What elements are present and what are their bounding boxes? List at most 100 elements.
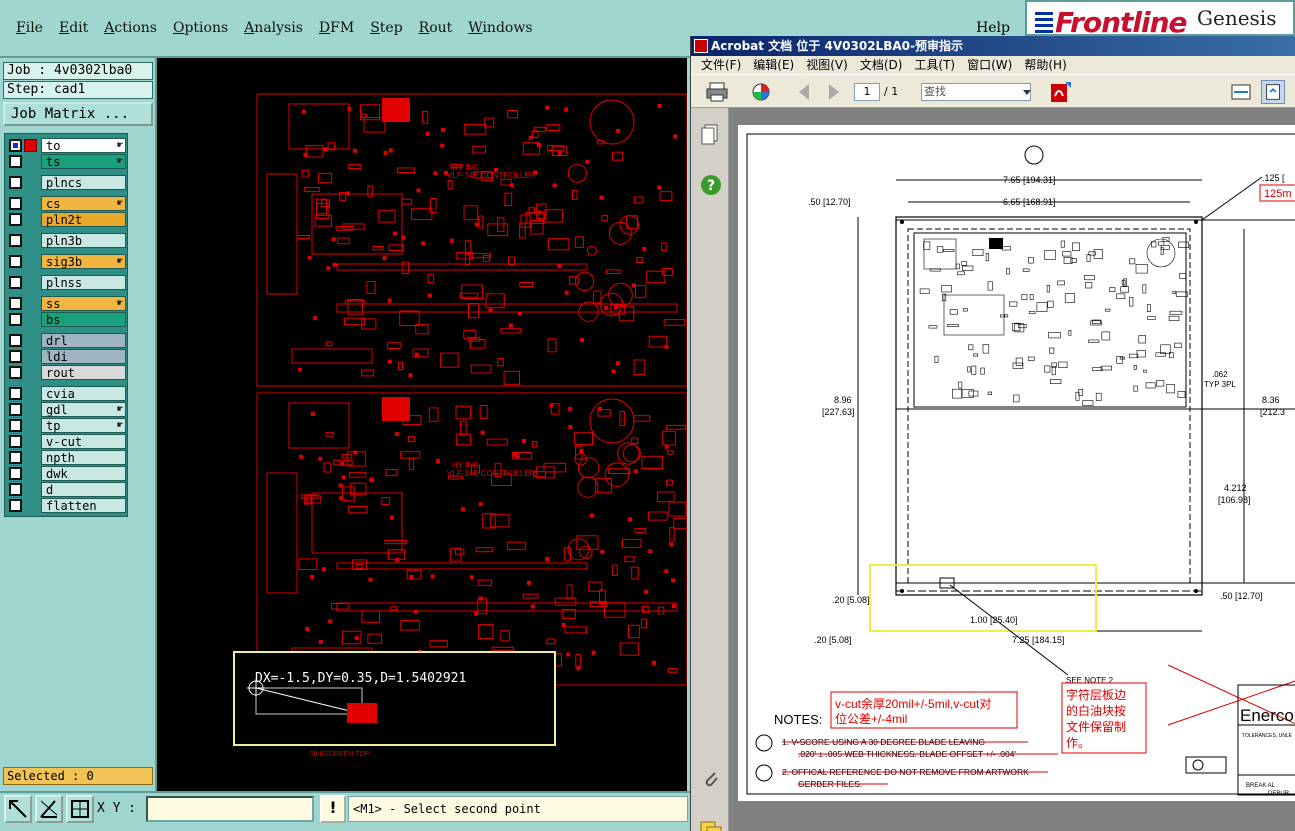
layer-row-to[interactable]: to ☛: [8, 138, 126, 153]
layer-checkbox[interactable]: [9, 334, 22, 347]
layer-row-cvia[interactable]: cvia: [8, 386, 126, 401]
layer-checkbox[interactable]: [9, 297, 22, 310]
document-view[interactable]: 7.65 [194.31] 6.65 [168.91] .50 [12.70] …: [729, 108, 1295, 831]
layer-row-flatten[interactable]: flatten: [8, 498, 126, 513]
layer-checkbox[interactable]: [9, 467, 22, 480]
acrobat-menu-item[interactable]: 窗口(W): [961, 56, 1018, 74]
layer-name[interactable]: drl: [41, 333, 126, 348]
layer-name[interactable]: gdl ☛: [41, 402, 126, 417]
layer-row-rout[interactable]: rout: [8, 365, 126, 380]
menu-analysis[interactable]: Analysis: [236, 20, 311, 36]
layer-name[interactable]: cs ☛: [41, 196, 126, 211]
layer-row-tp[interactable]: tp ☛: [8, 418, 126, 433]
layer-name[interactable]: ts ☛: [41, 154, 126, 169]
acrobat-menu-item[interactable]: 帮助(H): [1018, 56, 1072, 74]
layer-checkbox[interactable]: [9, 499, 22, 512]
layer-checkbox[interactable]: [9, 139, 22, 152]
next-page-icon[interactable]: [821, 80, 845, 104]
grid-button[interactable]: [66, 795, 94, 823]
menu-dfm[interactable]: DFM: [311, 20, 362, 36]
page-number-input[interactable]: 1: [854, 83, 880, 101]
layer-row-v-cut[interactable]: v-cut: [8, 434, 126, 449]
pages-panel-icon[interactable]: [701, 124, 721, 146]
layer-row-ts[interactable]: ts ☛: [8, 154, 126, 169]
menu-actions[interactable]: Actions: [96, 20, 165, 36]
layer-checkbox[interactable]: [9, 176, 22, 189]
graphic-canvas[interactable]: HY INC. VLF-34E CONTROLLER HY INC. VLF-3…: [157, 58, 687, 791]
layer-name[interactable]: to ☛: [41, 138, 126, 153]
layer-checkbox[interactable]: [9, 197, 22, 210]
layer-row-ss[interactable]: ss ☛: [8, 296, 126, 311]
menu-edit[interactable]: Edit: [51, 20, 96, 36]
acrobat-menu-item[interactable]: 文件(F): [695, 56, 747, 74]
zoom-diag-button[interactable]: [4, 795, 32, 823]
layer-checkbox[interactable]: [9, 403, 22, 416]
layer-checkbox[interactable]: [9, 483, 22, 496]
layer-row-plncs[interactable]: plncs: [8, 175, 126, 190]
color-settings-icon[interactable]: [749, 80, 773, 104]
layer-row-ldi[interactable]: ldi: [8, 349, 126, 364]
xy-input[interactable]: [146, 796, 314, 822]
acrobat-menu-item[interactable]: 文档(D): [854, 56, 909, 74]
layer-name[interactable]: ldi: [41, 349, 126, 364]
layer-name[interactable]: ss ☛: [41, 296, 126, 311]
layer-row-cs[interactable]: cs ☛: [8, 196, 126, 211]
layer-row-npth[interactable]: npth: [8, 450, 126, 465]
layer-checkbox[interactable]: [9, 155, 22, 168]
print-icon[interactable]: [705, 80, 729, 104]
layer-row-drl[interactable]: drl: [8, 333, 126, 348]
comments-icon[interactable]: [700, 820, 722, 831]
layer-name[interactable]: bs: [41, 312, 126, 327]
layer-row-d[interactable]: d: [8, 482, 126, 497]
layer-name[interactable]: dwk: [41, 466, 126, 481]
layer-name[interactable]: pln3b: [41, 233, 126, 248]
fit-page-icon[interactable]: [1261, 80, 1285, 104]
layer-name[interactable]: plnss: [41, 275, 126, 290]
acrobat-menu-item[interactable]: 视图(V): [800, 56, 854, 74]
acrobat-menu-item[interactable]: 工具(T): [908, 56, 961, 74]
layer-row-gdl[interactable]: gdl ☛: [8, 402, 126, 417]
menu-help[interactable]: Help: [976, 20, 1010, 36]
menu-options[interactable]: Options: [165, 20, 236, 36]
layer-checkbox[interactable]: [9, 313, 22, 326]
layer-row-pln3b[interactable]: pln3b: [8, 233, 126, 248]
layer-checkbox[interactable]: [9, 419, 22, 432]
layer-checkbox[interactable]: [9, 234, 22, 247]
find-input[interactable]: 查找: [921, 83, 1031, 101]
layer-checkbox[interactable]: [9, 366, 22, 379]
layer-row-sig3b[interactable]: sig3b ☛: [8, 254, 126, 269]
layer-name[interactable]: cvia: [41, 386, 126, 401]
layer-row-pln2t[interactable]: pln2t: [8, 212, 126, 227]
layer-name[interactable]: d: [41, 482, 126, 497]
layer-checkbox[interactable]: [9, 255, 22, 268]
measure-angle-button[interactable]: [35, 795, 63, 823]
layer-name[interactable]: v-cut: [41, 434, 126, 449]
layer-name[interactable]: flatten: [41, 498, 126, 513]
fit-width-icon[interactable]: [1229, 80, 1253, 104]
acrobat-menu-item[interactable]: 编辑(E): [747, 56, 800, 74]
layer-checkbox[interactable]: [9, 451, 22, 464]
acrobat-sign-icon[interactable]: [1049, 80, 1073, 104]
layer-name[interactable]: sig3b ☛: [41, 254, 126, 269]
layer-name[interactable]: plncs: [41, 175, 126, 190]
layer-row-plnss[interactable]: plnss: [8, 275, 126, 290]
layer-checkbox[interactable]: [9, 213, 22, 226]
menu-step[interactable]: Step: [362, 20, 410, 36]
warning-button[interactable]: !: [320, 795, 346, 823]
layer-checkbox[interactable]: [9, 387, 22, 400]
job-matrix-button[interactable]: Job Matrix ...: [3, 102, 153, 126]
menu-file[interactable]: File: [8, 20, 51, 36]
help-icon[interactable]: ?: [700, 174, 722, 196]
attachment-icon[interactable]: [701, 768, 721, 790]
find-dropdown-icon[interactable]: [1021, 84, 1033, 100]
menu-windows[interactable]: Windows: [460, 20, 540, 36]
prev-page-icon[interactable]: [793, 80, 817, 104]
layer-name[interactable]: rout: [41, 365, 126, 380]
layer-work-indicator[interactable]: [24, 139, 37, 152]
layer-checkbox[interactable]: [9, 435, 22, 448]
layer-name[interactable]: npth: [41, 450, 126, 465]
layer-name[interactable]: pln2t: [41, 212, 126, 227]
layer-checkbox[interactable]: [9, 276, 22, 289]
layer-checkbox[interactable]: [9, 350, 22, 363]
layer-name[interactable]: tp ☛: [41, 418, 126, 433]
